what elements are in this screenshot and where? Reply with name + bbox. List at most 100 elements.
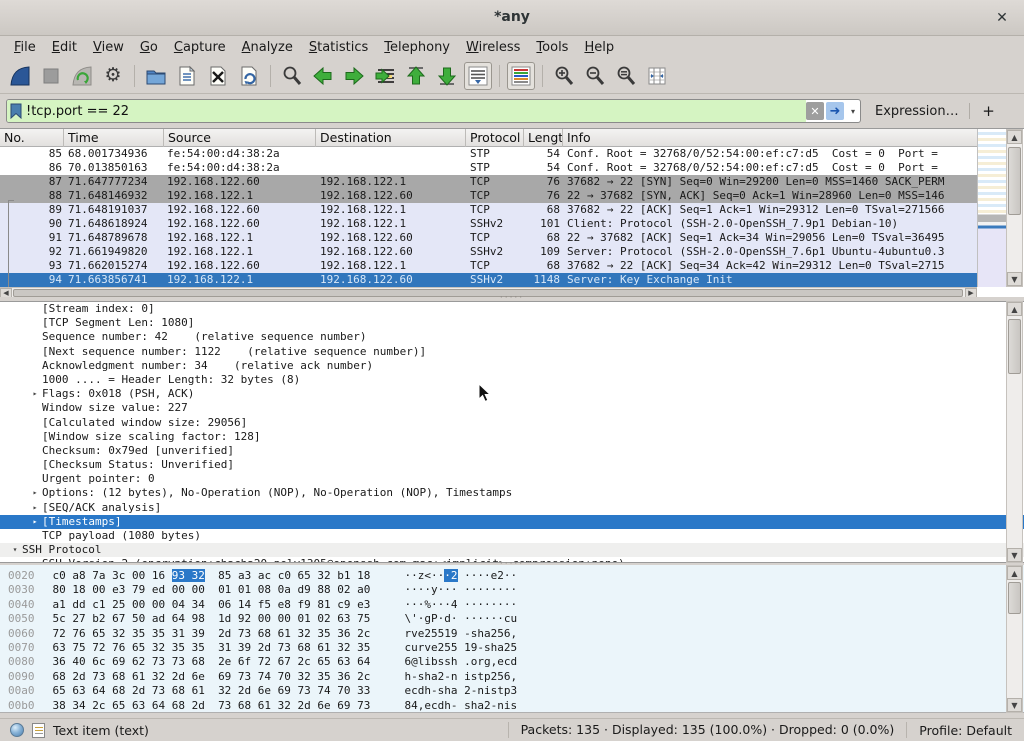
detail-line[interactable]: Checksum: 0x79ed [unverified]: [0, 444, 1024, 458]
column-header-destination[interactable]: Destination: [316, 129, 466, 147]
scroll-up-arrow[interactable]: ▲: [1007, 130, 1022, 144]
menu-file[interactable]: File: [6, 38, 44, 57]
detail-line[interactable]: Acknowledgment number: 34 (relative ack …: [0, 359, 1024, 373]
details-vscrollbar[interactable]: ▲ ▼: [1006, 301, 1023, 563]
packet-row-86[interactable]: 8670.013850163fe:54:00:d4:38:2aSTP54Conf…: [0, 161, 977, 175]
detail-line[interactable]: [Window size scaling factor: 128]: [0, 430, 1024, 444]
titlebar[interactable]: *any ✕: [0, 0, 1024, 36]
find-packet-button[interactable]: [278, 62, 306, 90]
packet-row-85[interactable]: 8568.001734936fe:54:00:d4:38:2aSTP54Conf…: [0, 147, 977, 161]
close-window-button[interactable]: ✕: [992, 8, 1012, 28]
expand-arrow-icon[interactable]: ▸: [28, 486, 42, 500]
scroll-thumb[interactable]: [13, 289, 963, 297]
detail-line-ssh-protocol[interactable]: ▾SSH Protocol: [0, 543, 1024, 557]
hex-row[interactable]: 007063 75 72 76 65 32 35 35 31 39 2d 73 …: [8, 641, 1024, 655]
zoom-original-button[interactable]: [612, 62, 640, 90]
detail-line[interactable]: TCP payload (1080 bytes): [0, 529, 1024, 543]
save-file-button[interactable]: [173, 62, 201, 90]
hex-row[interactable]: 003080 18 00 e3 79 ed 00 00 01 01 08 0a …: [8, 583, 1024, 597]
detail-line[interactable]: Sequence number: 42 (relative sequence n…: [0, 330, 1024, 344]
packet-row-89[interactable]: 8971.648191037192.168.122.60192.168.122.…: [0, 203, 977, 217]
menu-wireless[interactable]: Wireless: [458, 38, 528, 57]
column-header-time[interactable]: Time: [64, 129, 164, 147]
zoom-out-button[interactable]: [581, 62, 609, 90]
detail-line[interactable]: [Stream index: 0]: [0, 302, 1024, 316]
detail-line[interactable]: [Next sequence number: 1122 (relative se…: [0, 345, 1024, 359]
detail-line[interactable]: 1000 .... = Header Length: 32 bytes (8): [0, 373, 1024, 387]
detail-line[interactable]: Urgent pointer: 0: [0, 472, 1024, 486]
add-filter-button[interactable]: +: [980, 102, 998, 120]
hex-row[interactable]: 0040a1 dd c1 25 00 00 04 34 06 14 f5 e8 …: [8, 598, 1024, 612]
scroll-thumb[interactable]: [1008, 582, 1021, 614]
reload-file-button[interactable]: [235, 62, 263, 90]
packet-row-87[interactable]: 8771.647777234192.168.122.60192.168.122.…: [0, 175, 977, 189]
scroll-down-arrow[interactable]: ▼: [1007, 698, 1022, 712]
expression-button[interactable]: Expression…: [875, 104, 959, 119]
detail-line-flags[interactable]: ▸Flags: 0x018 (PSH, ACK): [0, 387, 1024, 401]
column-header-length[interactable]: Length: [524, 129, 563, 147]
detail-line-options[interactable]: ▸Options: (12 bytes), No-Operation (NOP)…: [0, 486, 1024, 500]
packet-row-90[interactable]: 9071.648618924192.168.122.60192.168.122.…: [0, 217, 977, 231]
expand-arrow-icon[interactable]: ▸: [28, 515, 42, 529]
resize-columns-button[interactable]: [643, 62, 671, 90]
detail-line[interactable]: [Calculated window size: 29056]: [0, 416, 1024, 430]
scroll-down-arrow[interactable]: ▼: [1007, 548, 1022, 562]
detail-line-timestamps-selected[interactable]: ▸[Timestamps]: [0, 515, 1024, 529]
hex-row[interactable]: 00b038 34 2c 65 63 64 68 2d 73 68 61 32 …: [8, 699, 1024, 713]
menu-capture[interactable]: Capture: [166, 38, 234, 57]
filter-apply-button[interactable]: ➜: [826, 102, 844, 120]
menu-statistics[interactable]: Statistics: [301, 38, 376, 57]
profile-text[interactable]: Profile: Default: [907, 723, 1024, 738]
colorize-packets-button[interactable]: [507, 62, 535, 90]
auto-scroll-button[interactable]: [464, 62, 492, 90]
menu-tools[interactable]: Tools: [528, 38, 576, 57]
menu-analyze[interactable]: Analyze: [234, 38, 301, 57]
open-file-button[interactable]: [142, 62, 170, 90]
packet-list-vscrollbar[interactable]: ▲ ▼: [1006, 129, 1023, 287]
menu-telephony[interactable]: Telephony: [376, 38, 458, 57]
menu-go[interactable]: Go: [132, 38, 166, 57]
previous-packet-button[interactable]: [309, 62, 337, 90]
intelligent-scrollbar-minimap[interactable]: [977, 129, 1006, 287]
column-header-source[interactable]: Source: [164, 129, 316, 147]
packet-row-92[interactable]: 9271.661949820192.168.122.1192.168.122.6…: [0, 245, 977, 259]
hex-row[interactable]: 00a065 63 64 68 2d 73 68 61 32 2d 6e 69 …: [8, 684, 1024, 698]
packet-row-91[interactable]: 9171.648789678192.168.122.1192.168.122.6…: [0, 231, 977, 245]
hex-row[interactable]: 008036 40 6c 69 62 73 73 68 2e 6f 72 67 …: [8, 655, 1024, 669]
scroll-up-arrow[interactable]: ▲: [1007, 302, 1022, 316]
packet-row-93[interactable]: 9371.662015274192.168.122.60192.168.122.…: [0, 259, 977, 273]
expand-arrow-icon[interactable]: ▸: [28, 387, 42, 401]
expert-info-icon[interactable]: [10, 723, 24, 737]
scroll-up-arrow[interactable]: ▲: [1007, 566, 1022, 580]
restart-capture-button[interactable]: [68, 62, 96, 90]
column-header-protocol[interactable]: Protocol: [466, 129, 524, 147]
go-to-packet-button[interactable]: [371, 62, 399, 90]
menu-help[interactable]: Help: [576, 38, 622, 57]
scroll-down-arrow[interactable]: ▼: [1007, 272, 1022, 286]
hex-vscrollbar[interactable]: ▲ ▼: [1006, 565, 1023, 713]
bookmark-icon[interactable]: [10, 103, 22, 119]
detail-line[interactable]: [TCP Segment Len: 1080]: [0, 316, 1024, 330]
detail-line[interactable]: [Checksum Status: Unverified]: [0, 458, 1024, 472]
filter-dropdown-arrow[interactable]: ▾: [846, 102, 860, 120]
next-packet-button[interactable]: [340, 62, 368, 90]
menu-edit[interactable]: Edit: [44, 38, 85, 57]
go-to-last-packet-button[interactable]: [433, 62, 461, 90]
column-header-no[interactable]: No.: [0, 129, 64, 147]
expand-arrow-icon[interactable]: ▸: [28, 501, 42, 515]
hex-row[interactable]: 006072 76 65 32 35 35 31 39 2d 73 68 61 …: [8, 627, 1024, 641]
start-capture-button[interactable]: [6, 62, 34, 90]
go-to-first-packet-button[interactable]: [402, 62, 430, 90]
hex-row[interactable]: 00505c 27 b2 67 50 ad 64 98 1d 92 00 00 …: [8, 612, 1024, 626]
scroll-thumb[interactable]: [1008, 147, 1021, 215]
collapse-arrow-icon[interactable]: ▾: [8, 543, 22, 557]
packet-row-94-selected[interactable]: 9471.663856741192.168.122.1192.168.122.6…: [0, 273, 977, 287]
detail-line-seq-ack[interactable]: ▸[SEQ/ACK analysis]: [0, 501, 1024, 515]
hex-row[interactable]: 0020c0 a8 7a 3c 00 16 93 32 85 a3 ac c0 …: [8, 569, 1024, 583]
stop-capture-button[interactable]: [37, 62, 65, 90]
detail-line[interactable]: Window size value: 227: [0, 401, 1024, 415]
column-header-info[interactable]: Info: [563, 129, 977, 147]
capture-options-button[interactable]: ⚙: [99, 62, 127, 90]
menu-view[interactable]: View: [85, 38, 132, 57]
filter-clear-button[interactable]: ✕: [806, 102, 824, 120]
